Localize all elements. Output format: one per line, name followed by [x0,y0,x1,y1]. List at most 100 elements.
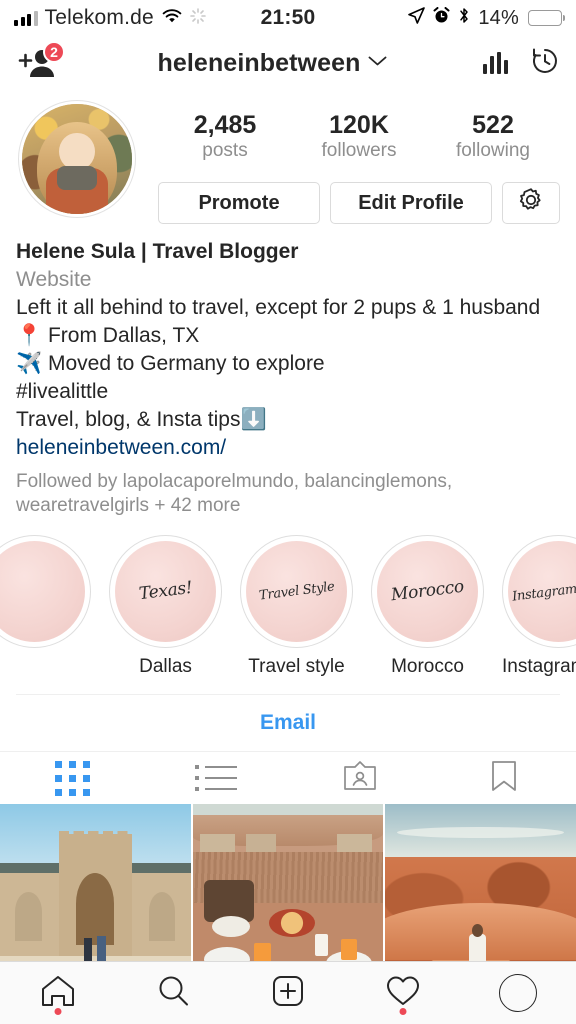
profile-bio: Helene Sula | Travel Blogger Website Lef… [0,224,576,461]
tab-tagged[interactable] [288,752,432,804]
home-notification-dot [54,1008,62,1015]
highlight-cover: Morocco [371,535,484,648]
stat-followers[interactable]: 120K followers [319,112,399,162]
tagged-person-icon [343,760,377,797]
highlight-cover: Travel Style [240,535,353,648]
profile-tabs [0,751,576,804]
posts-label: posts [202,140,248,162]
profile-stats-column: 2,485 posts 120K followers 522 following… [136,100,560,225]
highlight-item-morocco[interactable]: Morocco Morocco [371,535,484,682]
followers-count: 120K [329,111,389,139]
highlight-cover-image: Texas! [115,541,216,642]
highlight-item-instagram-tips[interactable]: Instagram tips Instagram ti... [502,535,576,682]
alarm-clock-icon [433,6,450,30]
status-bar: Telekom.de 21:50 14% [0,0,576,36]
chevron-down-icon [368,54,387,72]
archive-clock-icon[interactable] [530,46,560,81]
bottom-tab-bar [0,961,576,1024]
highlight-label: Dallas [139,656,192,677]
profile-category: Website [16,268,92,292]
highlight-cover-text: Travel Style [257,579,335,604]
discover-people-badge: 2 [43,41,65,63]
grid-icon [54,760,90,796]
tab-grid[interactable] [0,752,144,804]
profile-username: heleneinbetween [157,48,361,77]
instagram-profile-screen: Telekom.de 21:50 14% 2 heleneinbetween 2… [0,0,576,1024]
highlight-label: Morocco [391,656,464,677]
email-button[interactable]: Email [260,711,316,735]
carrier-label: Telekom.de [44,6,154,29]
insights-bars-icon[interactable] [483,52,508,74]
highlight-cover: Instagram tips [502,535,576,648]
profile-top-row: 2,485 posts 120K followers 522 following… [16,100,560,225]
highlight-item-dallas[interactable]: Texas! Dallas [109,535,222,682]
add-post-tab[interactable] [230,962,345,1024]
profile-header: 2,485 posts 120K followers 522 following… [0,90,576,225]
highlight-cover: Texas! [109,535,222,648]
profile-action-buttons: Promote Edit Profile [158,182,560,225]
status-bar-left: Telekom.de [14,6,228,30]
profile-tab[interactable] [461,962,576,1024]
highlight-label: Travel style [248,656,345,677]
following-count: 522 [472,111,514,139]
profile-website-link[interactable]: heleneinbetween.com/ [16,434,560,462]
profile-avatar-icon [499,974,538,1012]
highlight-cover-text: Morocco [389,576,465,605]
status-time: 21:50 [260,6,316,29]
tab-saved[interactable] [432,752,576,804]
status-bar-center: 21:50 [228,6,348,30]
followed-by-text[interactable]: Followed by lapolacaporelmundo, balancin… [0,462,576,519]
highlight-cover-image: Travel Style [246,541,347,642]
bio-line: ✈️ Moved to Germany to explore [16,351,325,375]
battery-percent-label: 14% [478,6,519,29]
gear-icon [518,187,544,219]
signal-bars-icon [14,10,38,26]
plus-square-icon [272,975,304,1012]
status-bar-right: 14% [348,6,565,30]
bio-line: #livealittle [16,379,109,403]
profile-avatar[interactable] [18,100,136,218]
wifi-icon [161,7,183,30]
bookmark-icon [491,760,517,797]
highlight-item-partial[interactable] [0,535,91,682]
search-icon [157,975,189,1012]
edit-profile-button[interactable]: Edit Profile [330,182,492,225]
profile-stats: 2,485 posts 120K followers 522 following [158,100,560,164]
nav-actions [483,46,560,81]
highlight-cover [0,535,91,648]
battery-icon [528,10,565,26]
location-arrow-icon [408,6,426,30]
bio-line: Left it all behind to travel, except for… [16,296,541,320]
add-person-icon[interactable]: 2 [16,41,65,80]
username-switcher[interactable]: heleneinbetween [62,49,483,78]
bluetooth-icon [458,7,470,30]
bio-line: Travel, blog, & Insta tips⬇️ [16,407,267,431]
settings-button[interactable] [502,182,560,225]
highlight-item-travel-style[interactable]: Travel Style Travel style [240,535,353,682]
email-button-row: Email [16,694,560,751]
promote-button[interactable]: Promote [158,182,320,225]
highlight-cover-text: Instagram tips [511,578,576,605]
highlight-cover-text: Texas! [137,577,194,604]
avatar-image [22,104,132,214]
stat-posts[interactable]: 2,485 posts [185,112,265,162]
nav-bar: 2 heleneinbetween [0,36,576,90]
tab-list[interactable] [144,752,288,804]
story-highlights: Texas! Dallas Travel Style Travel style … [0,519,576,690]
stat-following[interactable]: 522 following [453,112,533,162]
bio-line: 📍 From Dallas, TX [16,324,200,348]
activity-tab[interactable] [346,962,461,1024]
heart-icon [386,975,420,1011]
posts-count: 2,485 [193,111,257,139]
highlight-cover-image [0,541,85,642]
profile-display-name: Helene Sula | Travel Blogger [16,240,299,264]
followers-label: followers [321,140,397,162]
activity-notification-dot [399,1008,407,1015]
highlight-label: Instagram ti... [502,656,576,677]
list-icon [195,765,237,791]
following-label: following [456,140,530,162]
sync-spinner-icon [190,7,206,30]
discover-people-button[interactable]: 2 [16,41,65,80]
search-tab[interactable] [115,962,230,1024]
home-tab[interactable] [0,962,115,1024]
